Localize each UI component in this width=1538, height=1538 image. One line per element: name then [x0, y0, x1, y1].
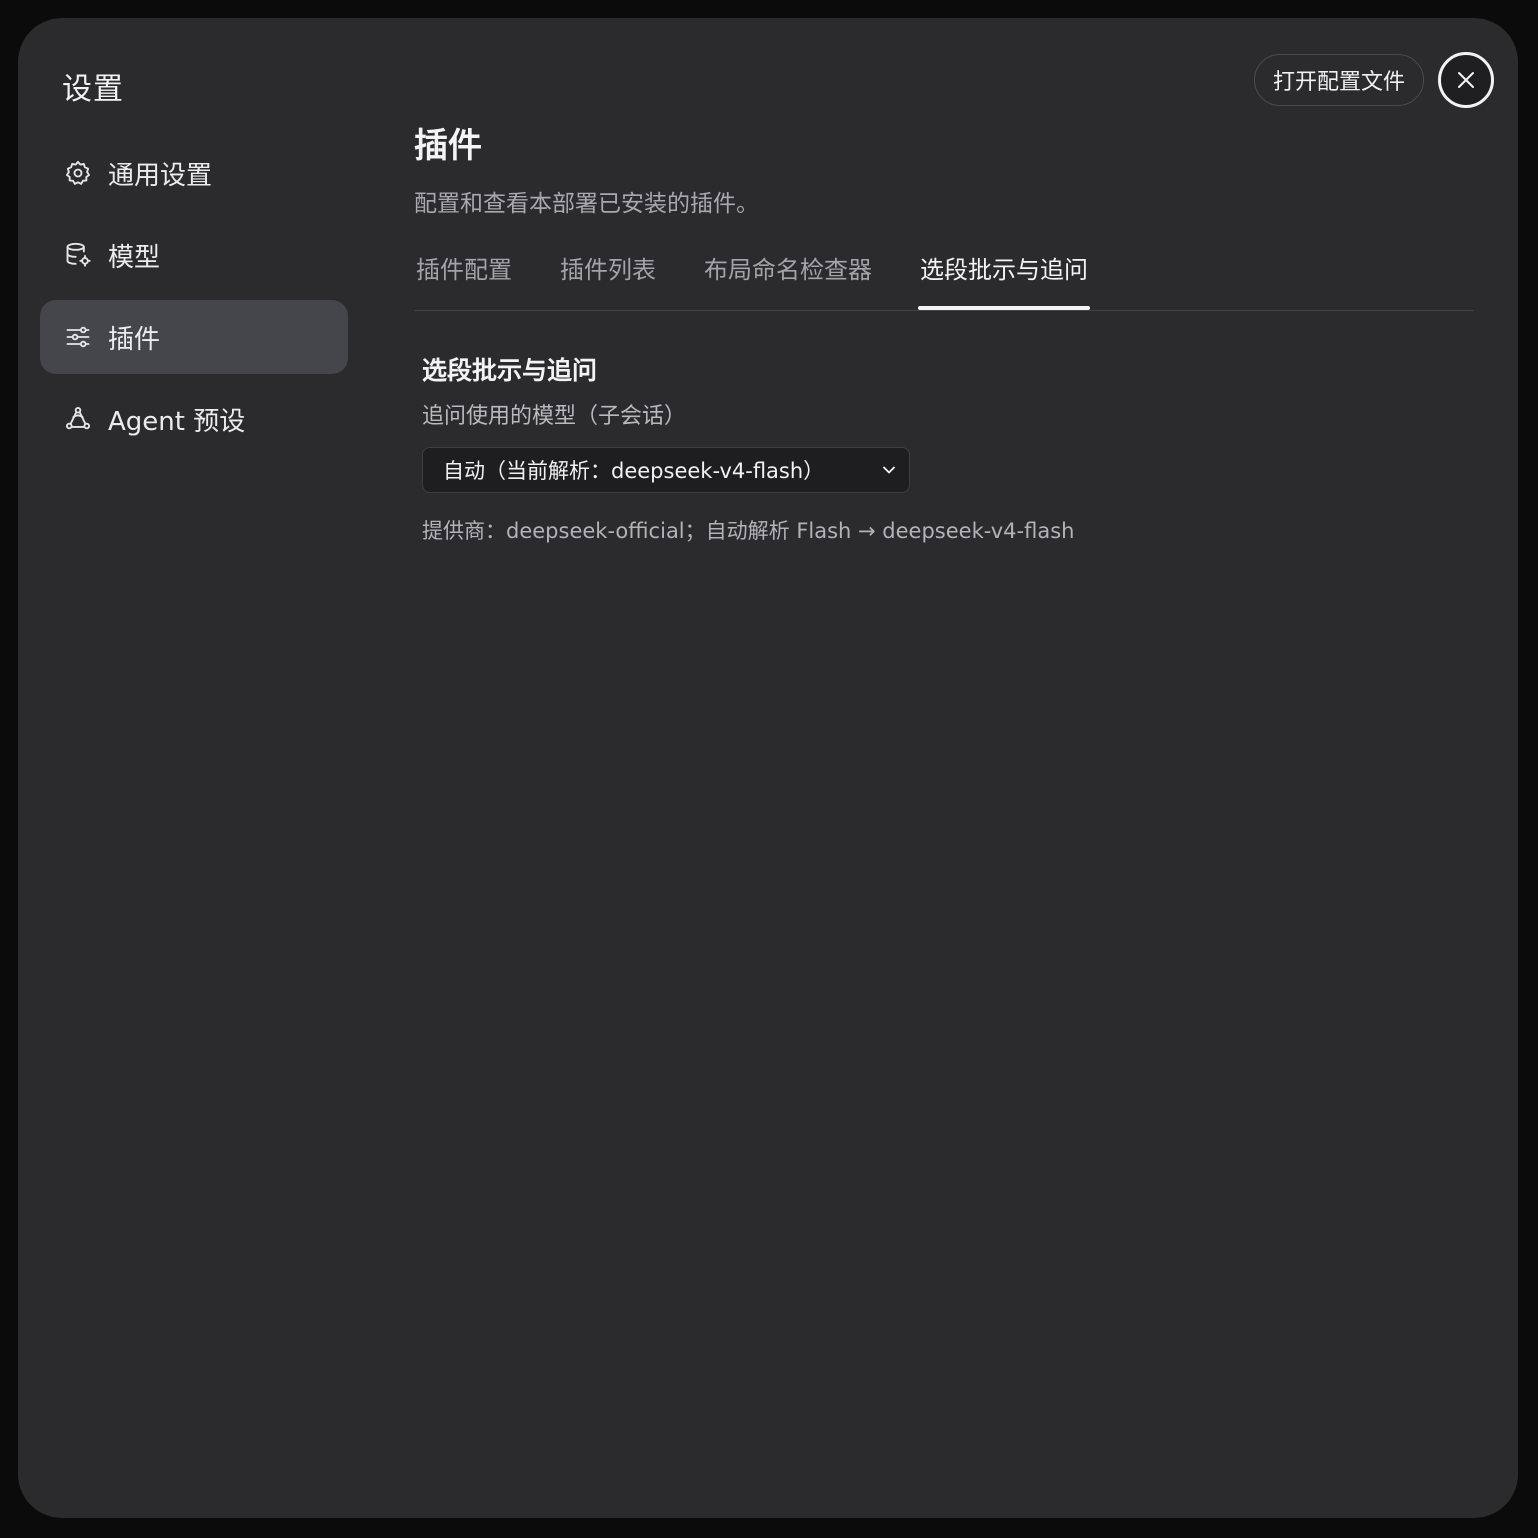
page-description: 配置和查看本部署已安装的插件。: [414, 191, 759, 217]
open-config-file-button[interactable]: 打开配置文件: [1253, 54, 1424, 106]
settings-modal: 设置 通用设置 模型 插件 Agent 预设 打开配置文件 插件 配置和查看本部…: [18, 18, 1518, 1518]
sidebar-item-label: 模型: [108, 242, 161, 273]
model-select[interactable]: 自动（当前解析：deepseek-v4-flash）: [422, 447, 910, 493]
tab-plugin-list[interactable]: 插件列表: [558, 242, 658, 302]
close-icon: [1454, 68, 1478, 92]
tab-plugin-config[interactable]: 插件配置: [414, 242, 514, 302]
close-button[interactable]: [1438, 52, 1494, 108]
gear-icon: [64, 159, 92, 187]
sliders-icon: [64, 323, 92, 351]
agent-icon: [64, 405, 92, 433]
page-title: 插件: [414, 126, 482, 166]
sidebar-item-label: 通用设置: [108, 160, 213, 191]
chevron-down-icon: [879, 460, 899, 480]
main-content: 插件 配置和查看本部署已安装的插件。 插件配置 插件列表 布局命名检查器 选段批…: [414, 118, 1474, 547]
model-select-value: 自动（当前解析：deepseek-v4-flash）: [443, 459, 825, 483]
section-title: 选段批示与追问: [422, 356, 598, 385]
sidebar-item-label: 插件: [108, 324, 161, 355]
database-icon: [64, 241, 92, 269]
sidebar-item-agent-presets[interactable]: Agent 预设: [40, 382, 348, 456]
model-field-label: 追问使用的模型（子会话）: [422, 404, 687, 429]
top-actions: 打开配置文件: [1253, 52, 1494, 108]
provider-hint: 提供商：deepseek-official；自动解析 Flash → deeps…: [422, 519, 1075, 543]
tab-bar: 插件配置 插件列表 布局命名检查器 选段批示与追问: [414, 242, 1474, 311]
sidebar-item-models[interactable]: 模型: [40, 218, 348, 292]
sidebar-item-label: Agent 预设: [108, 406, 246, 437]
selection-annotation-section: 选段批示与追问 追问使用的模型（子会话） 自动（当前解析：deepseek-v4…: [414, 353, 1474, 547]
tab-layout-name-checker[interactable]: 布局命名检查器: [702, 242, 874, 302]
settings-title: 设置: [62, 72, 124, 107]
sidebar: 通用设置 模型 插件 Agent 预设: [40, 136, 348, 464]
tab-selection-annotation[interactable]: 选段批示与追问: [918, 242, 1090, 310]
sidebar-item-plugins[interactable]: 插件: [40, 300, 348, 374]
sidebar-item-general[interactable]: 通用设置: [40, 136, 348, 210]
